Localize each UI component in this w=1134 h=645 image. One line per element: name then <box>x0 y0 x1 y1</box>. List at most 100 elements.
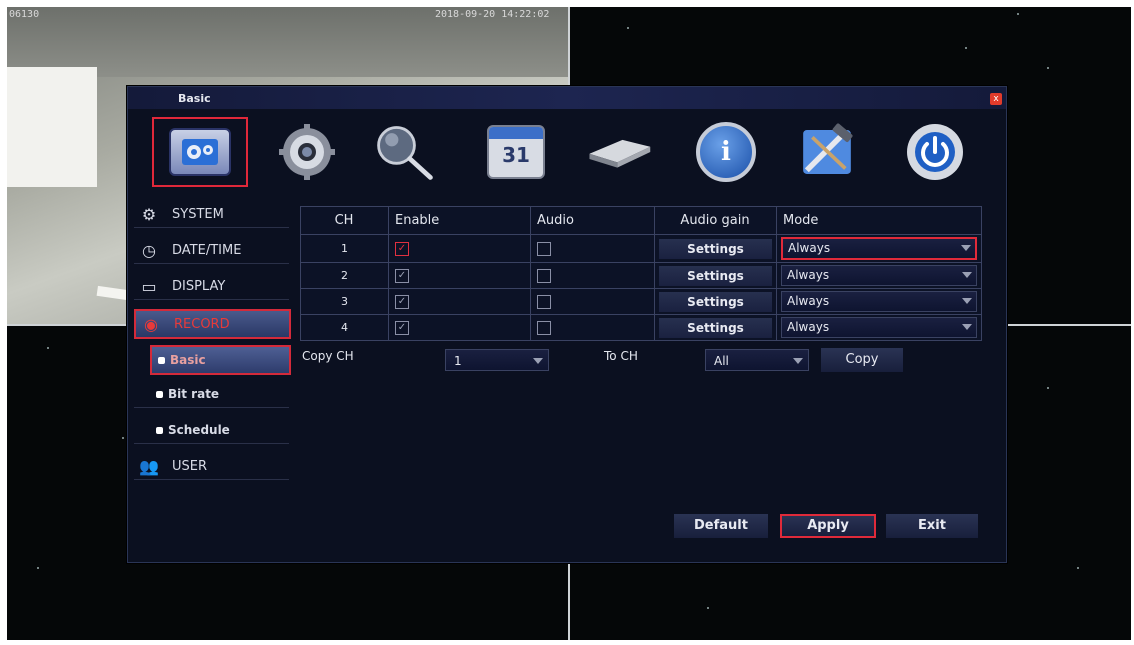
table-row: 2 ✓ Settings Always <box>300 262 982 289</box>
audio-cell <box>530 314 655 341</box>
chevron-down-icon <box>961 245 971 251</box>
menu-item-user[interactable]: 👥 USER <box>134 453 289 480</box>
noise-dot <box>37 567 39 569</box>
enable-checkbox[interactable]: ✓ <box>395 268 409 283</box>
mode-value: Always <box>787 294 830 308</box>
mode-cell: Always <box>776 234 982 263</box>
config-tab[interactable] <box>152 117 248 187</box>
mode-select[interactable]: Always <box>781 317 977 338</box>
channel-label: 06130 <box>9 9 40 20</box>
to-ch-select[interactable]: All <box>705 349 809 371</box>
copy-ch-value: 1 <box>454 354 462 368</box>
audio-cell <box>530 234 655 263</box>
tools-tab[interactable] <box>794 119 860 185</box>
gear-icon: ⚙ <box>141 204 157 224</box>
calendar-tab[interactable]: 31 <box>483 119 549 185</box>
chevron-down-icon <box>962 272 972 278</box>
table-header: CH Enable Audio Audio gain Mode <box>300 206 982 235</box>
menu-label: DATE/TIME <box>172 242 242 258</box>
menu-label: Basic <box>170 353 206 367</box>
menu-item-record[interactable]: ◉ RECORD <box>134 309 291 339</box>
menu-item-system[interactable]: ⚙ SYSTEM <box>134 201 289 228</box>
audio-gain-settings-button[interactable]: Settings <box>659 265 772 286</box>
gain-cell: Settings <box>654 234 777 263</box>
power-icon <box>907 124 963 180</box>
bullet-icon <box>156 390 163 398</box>
record-table: CH Enable Audio Audio gain Mode 1 ✓ Sett… <box>300 206 982 341</box>
menu-item-display[interactable]: ▭ DISPLAY <box>134 273 289 300</box>
noise-dot <box>1047 387 1049 389</box>
bullet-icon <box>156 426 163 434</box>
menu-label: USER <box>172 458 208 474</box>
audio-checkbox[interactable] <box>537 320 551 335</box>
timestamp: 2018-09-20 14:22:02 <box>435 9 550 20</box>
audio-checkbox[interactable] <box>537 268 551 283</box>
noise-dot <box>47 347 49 349</box>
col-audio-gain: Audio gain <box>654 206 777 235</box>
exit-button[interactable]: Exit <box>886 514 978 538</box>
audio-checkbox[interactable] <box>537 294 551 309</box>
menu-label: Schedule <box>168 423 230 437</box>
enable-checkbox[interactable]: ✓ <box>395 241 409 256</box>
main-toolbar: 31 i <box>128 109 1006 195</box>
to-ch-label: To CH <box>604 349 638 363</box>
ch-cell: 3 <box>300 288 389 315</box>
noise-dot <box>627 27 629 29</box>
hdd-tab[interactable] <box>586 119 652 185</box>
menu-label: Bit rate <box>168 387 220 401</box>
audio-cell <box>530 262 655 289</box>
chevron-down-icon <box>533 358 543 364</box>
enable-cell: ✓ <box>388 262 531 289</box>
info-tab[interactable]: i <box>693 119 759 185</box>
copy-ch-select[interactable]: 1 <box>445 349 549 371</box>
menu-item-datetime[interactable]: ◷ DATE/TIME <box>134 237 289 264</box>
enable-checkbox[interactable]: ✓ <box>395 294 409 309</box>
col-enable: Enable <box>388 206 531 235</box>
power-tab[interactable] <box>902 119 968 185</box>
noise-dot <box>707 607 709 609</box>
enable-checkbox[interactable]: ✓ <box>395 320 409 335</box>
audio-gain-settings-button[interactable]: Settings <box>659 317 772 338</box>
col-ch: CH <box>300 206 389 235</box>
enable-cell: ✓ <box>388 234 531 263</box>
menu-item-schedule[interactable]: Schedule <box>134 417 289 444</box>
copy-button[interactable]: Copy <box>821 348 903 372</box>
mode-select[interactable]: Always <box>781 291 977 312</box>
chevron-down-icon <box>962 298 972 304</box>
ch-cell: 2 <box>300 262 389 289</box>
mode-cell: Always <box>776 288 982 315</box>
settings-dialog: Basic x 31 i ⚙ SYSTEM ◷ DATE/TIME ▭ DISP… <box>127 86 1007 563</box>
audio-cell <box>530 288 655 315</box>
default-button[interactable]: Default <box>674 514 768 538</box>
close-button[interactable]: x <box>990 93 1002 105</box>
apply-button[interactable]: Apply <box>780 514 876 538</box>
search-tab[interactable] <box>372 119 438 185</box>
mode-cell: Always <box>776 262 982 289</box>
users-icon: 👥 <box>139 456 159 476</box>
bullet-icon <box>158 356 165 364</box>
mode-select[interactable]: Always <box>781 237 977 260</box>
mode-select[interactable]: Always <box>781 265 977 286</box>
mode-value: Always <box>788 241 831 255</box>
clock-icon: ◷ <box>142 240 156 260</box>
noise-dot <box>1017 13 1019 15</box>
menu-item-basic[interactable]: Basic <box>150 345 291 375</box>
col-mode: Mode <box>776 206 982 235</box>
record-settings-tab[interactable] <box>274 119 340 185</box>
col-audio: Audio <box>530 206 655 235</box>
hdd-icon <box>589 139 651 168</box>
mode-cell: Always <box>776 314 982 341</box>
gear-icon <box>279 124 335 180</box>
menu-label: DISPLAY <box>172 278 226 294</box>
menu-label: SYSTEM <box>172 206 224 222</box>
noise-dot <box>1047 67 1049 69</box>
calendar-day: 31 <box>502 143 530 167</box>
audio-gain-settings-button[interactable]: Settings <box>659 291 772 312</box>
title-bar: Basic x <box>128 87 1006 109</box>
audio-gain-settings-button[interactable]: Settings <box>659 238 772 259</box>
audio-checkbox[interactable] <box>537 241 551 256</box>
noise-dot <box>965 47 967 49</box>
menu-item-bitrate[interactable]: Bit rate <box>134 381 289 408</box>
tools-icon <box>803 123 853 174</box>
record-icon: ◉ <box>144 314 158 334</box>
